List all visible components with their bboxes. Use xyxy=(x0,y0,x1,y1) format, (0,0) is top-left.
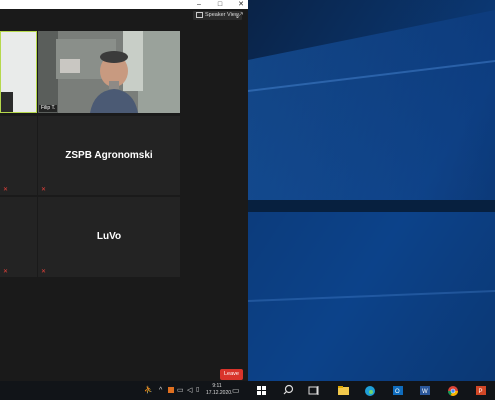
minimize-button[interactable]: – xyxy=(192,0,206,9)
notification-icon[interactable]: ▭ xyxy=(232,386,240,395)
task-view-icon[interactable] xyxy=(306,381,320,400)
file-explorer-icon[interactable] xyxy=(336,381,350,400)
powerpoint-icon[interactable]: P xyxy=(474,381,488,400)
participant-name: ZSPB Agronomski xyxy=(65,149,153,161)
zoom-window: – □ ✕ Speaker View ⤢ Filip T. ✕ ZSPB Agr… xyxy=(0,0,248,381)
participant-tile-video[interactable]: Filip T. xyxy=(38,31,180,113)
close-button[interactable]: ✕ xyxy=(234,0,248,9)
edge-icon[interactable] xyxy=(363,381,377,400)
volume-icon[interactable]: ◁ xyxy=(187,386,192,395)
fullscreen-icon[interactable]: ⤢ xyxy=(235,11,244,20)
participant-tile[interactable]: ZSPB Agronomski ✕ xyxy=(38,116,180,195)
grid-icon xyxy=(196,11,203,18)
chevron-up-icon[interactable]: ^ xyxy=(159,386,162,395)
desktop-wallpaper xyxy=(248,0,495,381)
taskbar: ⛹ ^ ▭ ◁ ▯ 9:11 17.12.2020. ▭ O W P xyxy=(0,381,495,400)
svg-text:W: W xyxy=(422,389,428,395)
word-icon[interactable]: W xyxy=(418,381,432,400)
participant-video xyxy=(1,32,36,112)
app-tray-icon[interactable] xyxy=(168,387,174,393)
network-icon[interactable]: ▭ xyxy=(177,386,184,395)
svg-text:O: O xyxy=(395,389,400,395)
muted-mic-icon: ✕ xyxy=(3,269,9,275)
muted-mic-icon: ✕ xyxy=(3,187,9,193)
people-icon[interactable]: ⛹ xyxy=(144,386,153,395)
maximize-button[interactable]: □ xyxy=(213,0,227,9)
muted-mic-icon: ✕ xyxy=(41,269,47,275)
participant-tile[interactable]: ✕ xyxy=(0,197,37,277)
outlook-icon[interactable]: O xyxy=(391,381,405,400)
muted-mic-icon: ✕ xyxy=(41,187,47,193)
windows-start-icon[interactable] xyxy=(254,381,268,400)
participant-tile[interactable]: LuVo ✕ xyxy=(38,197,180,277)
participant-name-tag: Filip T. xyxy=(39,105,58,112)
search-icon[interactable] xyxy=(281,381,295,400)
clock[interactable]: 9:11 17.12.2020. xyxy=(206,383,232,397)
windows-logo-wallpaper xyxy=(248,0,495,381)
svg-text:P: P xyxy=(479,389,483,395)
language-icon[interactable]: ▯ xyxy=(196,386,199,395)
title-bar: – □ ✕ xyxy=(0,0,248,9)
chrome-icon[interactable] xyxy=(446,381,460,400)
participant-name: LuVo xyxy=(96,231,122,242)
leave-button[interactable]: Leave xyxy=(220,369,243,380)
participant-tile[interactable]: ✕ xyxy=(0,116,37,195)
participant-video xyxy=(38,31,180,113)
participant-tile-active[interactable] xyxy=(0,31,37,113)
